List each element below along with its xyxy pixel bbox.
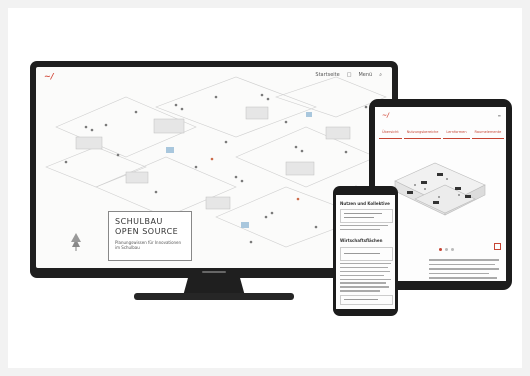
hero-subtitle: Planungswissen für Innovationen im Schul…: [115, 240, 182, 250]
phone-subheading: Wirtschaftsflächen: [340, 238, 383, 243]
search-icon[interactable]: ⌕: [379, 72, 382, 78]
tablet-tab-4[interactable]: Raumelemente: [471, 129, 505, 139]
hero-title-box: SCHULBAU OPEN SOURCE Planungswissen für …: [108, 211, 192, 261]
tablet-next-button[interactable]: [494, 243, 501, 250]
phone-list-item[interactable]: [340, 247, 393, 261]
tablet-tab-1[interactable]: Übersicht: [379, 129, 402, 139]
tablet-text-block: [429, 259, 501, 281]
tablet-menu-icon[interactable]: ≡: [498, 113, 501, 118]
phone-list-item[interactable]: [340, 209, 393, 223]
phone-text-block: [340, 225, 391, 233]
monitor-brand-mark: [202, 271, 226, 273]
desktop-nav-links: Startseite □ Menü ⌕: [315, 72, 382, 78]
monitor-base: [134, 293, 294, 300]
nav-link-menu[interactable]: Menü: [358, 72, 372, 78]
phone-heading: Nutzen und Kollektive: [340, 201, 390, 206]
phone-text-block: [340, 263, 391, 294]
carousel-dot[interactable]: [451, 248, 454, 251]
tablet-logo[interactable]: ~/: [382, 112, 389, 119]
bookmark-icon[interactable]: □: [347, 72, 352, 78]
carousel-dot-active[interactable]: [439, 248, 442, 251]
phone-list-item[interactable]: [340, 295, 393, 305]
carousel-dots: [439, 248, 454, 251]
promo-image: ~/ Startseite □ Menü ⌕ SCHULBAU OPEN SOU…: [0, 0, 530, 376]
brand-logo[interactable]: ~/: [44, 72, 54, 81]
hero-title-line1: SCHULBAU: [115, 217, 163, 226]
phone-device: Nutzen und Kollektive Wirtschaftsflächen: [333, 186, 398, 316]
tablet-tab-2[interactable]: Nutzungsbereiche: [403, 129, 442, 139]
carousel-dot[interactable]: [445, 248, 448, 251]
desktop-navbar: ~/ Startseite □ Menü ⌕: [36, 67, 392, 85]
hero-title-line2: OPEN SOURCE: [115, 227, 179, 236]
phone-screen: Nutzen und Kollektive Wirtschaftsflächen: [336, 195, 395, 309]
tablet-tabs: Übersicht Nutzungsbereiche Lernformen Ra…: [375, 129, 506, 139]
nav-link-start[interactable]: Startseite: [315, 72, 339, 78]
tablet-tab-3[interactable]: Lernformen: [443, 129, 470, 139]
floorplan-illustration: [394, 162, 486, 216]
